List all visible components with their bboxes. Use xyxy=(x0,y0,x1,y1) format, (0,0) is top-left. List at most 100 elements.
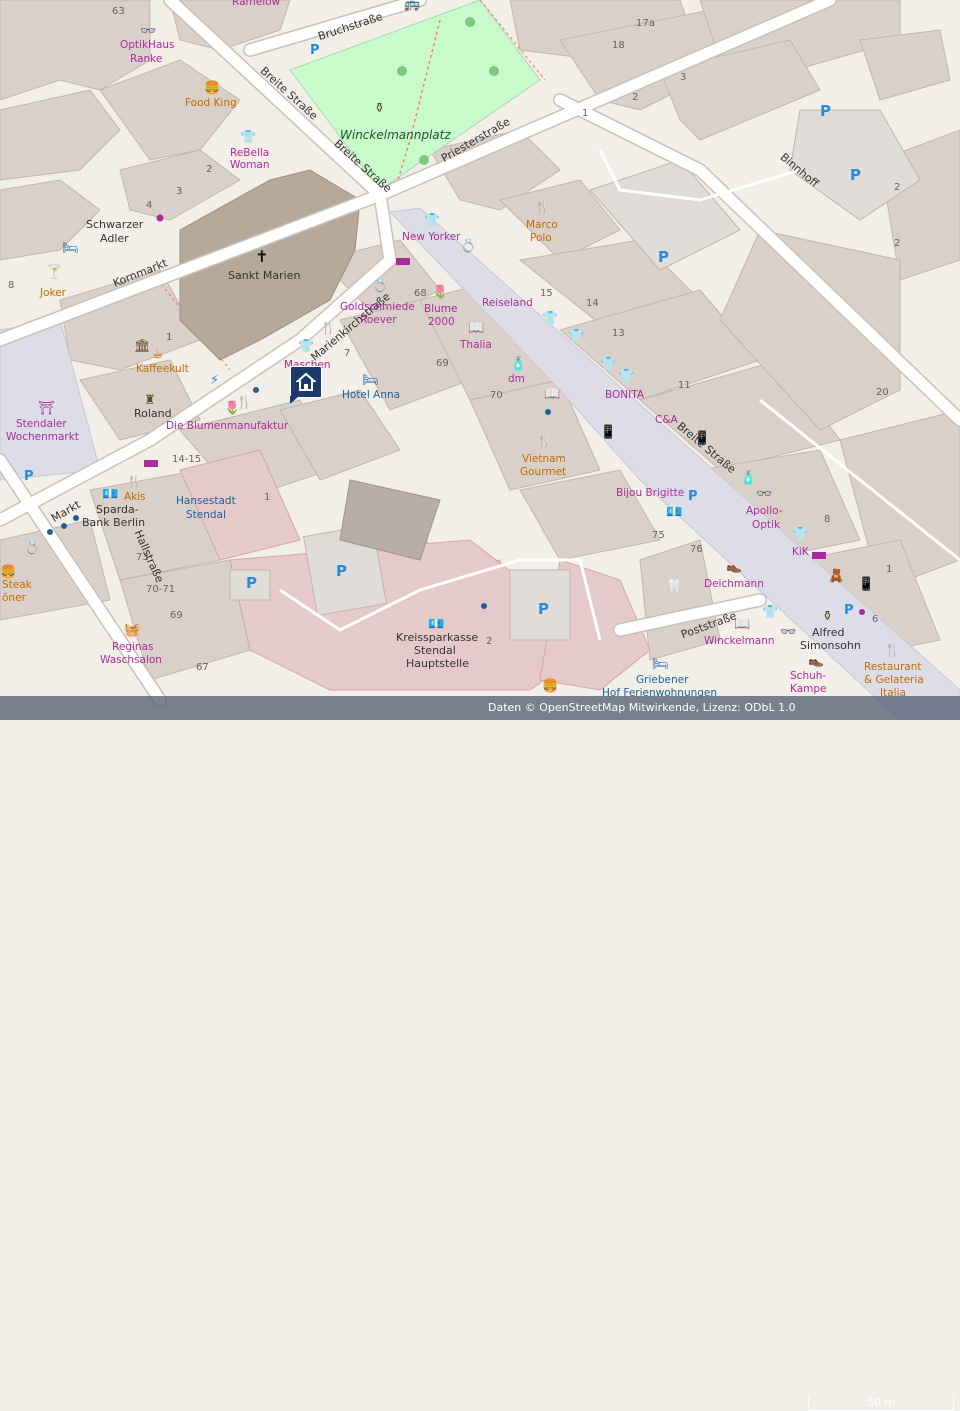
poi-label: Alfred xyxy=(812,626,844,639)
poi-label: Stendal xyxy=(186,509,226,521)
clothes-shop-icon: 👕 xyxy=(542,311,558,326)
house-number: 18 xyxy=(612,40,625,51)
fast-food-icon: 🍔 xyxy=(542,678,558,694)
poi-label: Roever xyxy=(360,314,397,326)
clothes-shop-icon: 👕 xyxy=(600,357,616,372)
poi-label: Hotel Anna xyxy=(342,389,400,401)
home-marker[interactable] xyxy=(290,366,322,398)
poi-label: Schwarzer xyxy=(86,218,144,231)
poi-label: Polo xyxy=(530,232,552,244)
mobile-phone-icon: 📱 xyxy=(600,424,616,440)
poi-label: Reiseland xyxy=(482,297,533,309)
poi-label: Die Blumenmanufaktur xyxy=(166,420,289,432)
poi-label: Waschsalon xyxy=(100,654,162,666)
poi-label: Goldschmiede xyxy=(340,301,415,313)
charging-station-icon: ⚡ xyxy=(210,373,219,388)
poi-label: Winckelmann xyxy=(704,635,775,647)
shoe-shop-icon: 👞 xyxy=(726,559,742,574)
house-number: 3 xyxy=(176,186,182,197)
poi-label: Roland xyxy=(134,407,172,420)
bicycle-parking-icon: P xyxy=(24,469,34,484)
house-number: 2 xyxy=(206,164,212,175)
poi-label: KiK xyxy=(792,546,810,558)
poi-label: Vietnam xyxy=(522,453,566,465)
poi-label: Simonsohn xyxy=(800,639,861,652)
house-number: 75 xyxy=(652,530,665,541)
poi-label: 2000 xyxy=(428,316,455,328)
hotel-icon: 🛏 xyxy=(362,373,379,388)
poi-label: Bijou Brigitte xyxy=(616,487,684,499)
poi-label: Food King xyxy=(185,97,237,109)
poi-label: Thalia xyxy=(459,339,492,351)
parking-icon: P xyxy=(658,248,669,266)
poi-label: Sparda- xyxy=(96,503,139,516)
book-shop-icon: 📖 xyxy=(468,321,484,336)
bicycle-parking-icon: P xyxy=(688,489,698,504)
restaurant-icon: 🍴 xyxy=(536,434,552,450)
parking-icon: P xyxy=(538,600,549,618)
book-shop-icon: 📖 xyxy=(734,617,750,632)
clothes-shop-icon: 👕 xyxy=(568,329,584,344)
home-marker-tail xyxy=(290,396,299,404)
park-label: Winckelmannplatz xyxy=(340,128,451,142)
bus-stop-icon: 🚌 xyxy=(404,0,420,12)
poi-label: Gourmet xyxy=(520,466,566,478)
attribution-text[interactable]: Daten © OpenStreetMap Mitwirkende, Lizen… xyxy=(488,701,796,714)
bank-icon: 💶 xyxy=(102,487,118,502)
poi-label: Apollo- xyxy=(746,505,783,517)
mobile-phone-icon: 📱 xyxy=(858,576,874,592)
museum-icon: 🏛 xyxy=(134,338,151,354)
house-number: 14 xyxy=(586,298,599,309)
poi-label: Ranke xyxy=(130,53,162,65)
poi-label: Joker xyxy=(39,287,67,299)
fast-food-icon: 🍔 xyxy=(204,80,220,96)
poi-label: Woman xyxy=(230,159,270,171)
house-number: 70 xyxy=(490,390,503,401)
bank-icon: 💶 xyxy=(428,617,444,632)
house-number: 2 xyxy=(632,92,638,103)
house-number: 67 xyxy=(196,662,209,673)
hotel-icon: 🛏 xyxy=(652,657,669,672)
house-number: 14-15 xyxy=(172,454,201,465)
poi-label: Steak xyxy=(2,579,33,591)
map-canvas[interactable]: ✝ Bruchstraße Breite Straße Breite Straß… xyxy=(0,0,960,720)
house-number: 8 xyxy=(824,514,830,525)
restaurant-icon: 🍴 xyxy=(534,200,550,216)
house-number: 68 xyxy=(414,288,427,299)
poi-label: Stendal xyxy=(414,644,456,657)
house-number: 69 xyxy=(436,358,449,369)
poi-label: Hansestadt xyxy=(176,495,236,507)
jewelry-icon: 💍 xyxy=(24,540,40,556)
poi-label: ReBella xyxy=(230,147,269,159)
shoe-shop-icon: 👞 xyxy=(808,653,824,668)
poi-label: Blume xyxy=(424,303,457,315)
poi-label: Wochenmarkt xyxy=(6,431,79,443)
poi-label: New Yorker xyxy=(402,231,461,243)
house-number: 17a xyxy=(636,18,655,29)
toy-shop-icon: 🧸 xyxy=(828,568,844,584)
home-icon xyxy=(296,372,316,391)
poi-label: Adler xyxy=(100,232,129,245)
fast-food-icon: 🍔 xyxy=(0,564,16,580)
poi-label: Marco xyxy=(526,219,558,231)
house-number: 2 xyxy=(894,182,900,193)
house-number: 70-71 xyxy=(146,584,175,595)
house-number: 4 xyxy=(146,200,152,211)
memorial-icon: ⚱ xyxy=(374,101,385,116)
florist-icon: 🌷 xyxy=(224,400,240,416)
poi-label: Stendaler xyxy=(16,418,67,430)
parking-icon: P xyxy=(820,102,831,120)
house-number: 1 xyxy=(166,332,172,343)
house-number: 1 xyxy=(886,564,892,575)
bicycle-parking-icon: P xyxy=(310,43,320,58)
house-number: 76 xyxy=(690,544,703,555)
parking-icon: P xyxy=(336,562,347,580)
poi-label: Kampe xyxy=(790,683,827,695)
poi-label: öner xyxy=(2,592,27,604)
hotel-icon: 🛏 xyxy=(62,241,79,256)
poi-label: C&A xyxy=(655,414,679,426)
laundry-icon: 🧺 xyxy=(124,623,140,638)
cafe-icon: ☕ xyxy=(152,347,164,362)
memorial-icon: ⚱ xyxy=(822,609,833,624)
house-number: 63 xyxy=(112,6,125,17)
